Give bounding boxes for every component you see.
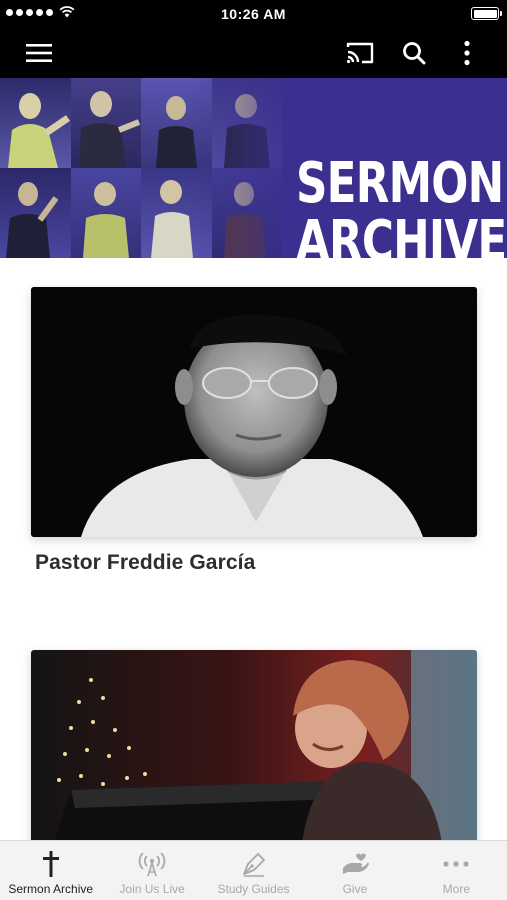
pen-nib-icon xyxy=(239,849,269,879)
tab-more[interactable]: More xyxy=(406,841,507,900)
status-time: 10:26 AM xyxy=(221,6,286,22)
status-bar: 10:26 AM xyxy=(0,0,507,28)
tab-label: Give xyxy=(342,882,368,896)
tab-label: More xyxy=(442,882,470,896)
card-photo[interactable] xyxy=(31,287,477,537)
tab-label: Study Guides xyxy=(217,882,290,896)
cross-icon xyxy=(36,849,66,879)
broadcast-icon xyxy=(137,849,167,879)
search-icon[interactable] xyxy=(399,38,429,68)
more-vertical-icon[interactable] xyxy=(452,38,482,68)
tab-study-guides[interactable]: Study Guides xyxy=(203,841,304,900)
banner-title-line2: ARCHIVE xyxy=(296,209,507,259)
hamburger-menu-icon[interactable] xyxy=(24,38,54,68)
card-title[interactable]: Pastor Freddie García xyxy=(35,551,477,575)
app-bar xyxy=(0,28,507,78)
card-photo[interactable] xyxy=(31,650,477,850)
tab-label: Sermon Archive xyxy=(8,882,94,896)
bottom-tab-bar: Sermon Archive Join Us Live Study Guides xyxy=(0,840,507,900)
sermon-archive-banner: SERMON ARCHIVE xyxy=(0,78,507,258)
tab-give[interactable]: Give xyxy=(304,841,405,900)
tab-join-us-live[interactable]: Join Us Live xyxy=(101,841,202,900)
more-horizontal-icon xyxy=(441,849,471,879)
banner-title-line1: SERMON xyxy=(296,151,504,216)
battery-icon xyxy=(471,7,502,20)
tab-sermon-archive[interactable]: Sermon Archive xyxy=(0,841,101,900)
sermon-card-2[interactable] xyxy=(31,650,477,850)
tab-label: Join Us Live xyxy=(119,882,185,896)
cast-icon[interactable] xyxy=(345,38,375,68)
giving-hand-icon xyxy=(340,849,370,879)
sermon-card-freddie-garcia[interactable]: Pastor Freddie García xyxy=(31,287,477,575)
